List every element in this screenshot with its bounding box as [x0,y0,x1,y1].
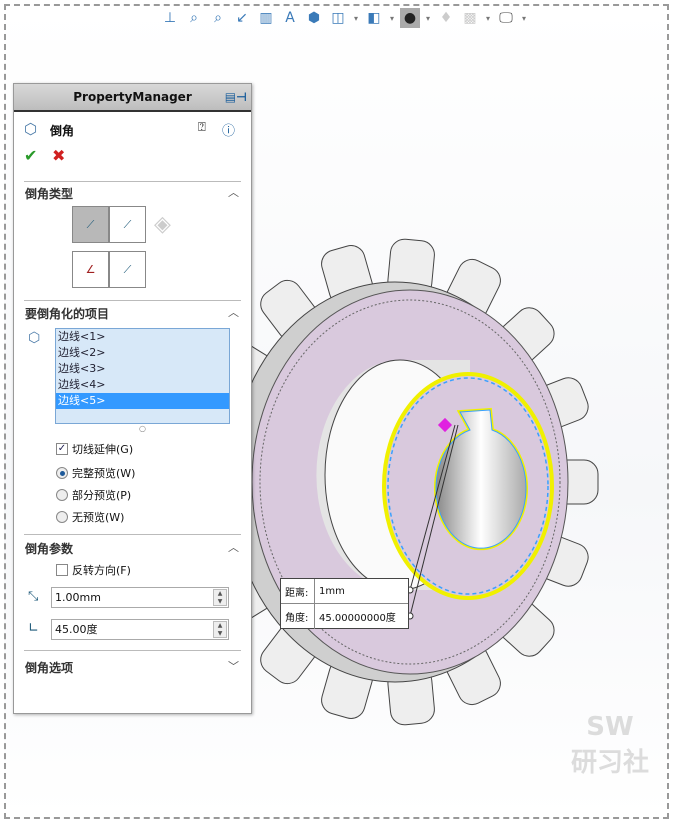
angle-input[interactable]: 45.00度 ▲ ▼ [51,619,229,640]
offset-face-icon: ⟋ [123,262,132,276]
feature-name: 倒角 [50,124,75,138]
full-preview-radio[interactable]: 完整预览(W) [56,465,135,481]
items-to-chamfer-title: 要倒角化的项目 [25,307,110,321]
angle-label: 角度: [281,604,315,629]
collapse-chevron-icon[interactable]: ︿ [228,304,239,320]
vertex-type-button[interactable]: ∠ [72,251,109,288]
reverse-direction-checkbox[interactable]: 反转方向(F) [56,562,131,578]
radio-label: 无预览(W) [72,511,125,524]
vertex-icon: ∠ [85,263,96,276]
distance-value: 1.00mm [55,591,101,604]
offset-face-type-button[interactable]: ⟋ [109,251,146,288]
help-icon[interactable]: ⓘ [222,120,235,139]
resize-handle[interactable]: ○ [139,424,146,433]
vertex-chamfer-icon[interactable]: ◈ [154,212,171,237]
distance-value[interactable]: 1mm [315,586,345,597]
distance-icon: ⤡ [28,589,39,604]
collapse-chevron-icon[interactable]: ︿ [228,539,239,555]
radio[interactable] [56,467,68,479]
distance-spinner[interactable]: ▲ ▼ [213,589,227,606]
no-preview-radio[interactable]: 无预览(W) [56,509,124,525]
radio[interactable] [56,511,68,523]
angle-value: 45.00度 [55,623,98,636]
angle-value[interactable]: 45.00000000度 [315,609,396,624]
edge-selection-icon: ⬡ [28,330,41,346]
panel-title: PropertyManager [73,90,192,104]
angle-distance-type-button[interactable]: ⟋ [72,206,109,243]
partial-preview-radio[interactable]: 部分预览(P) [56,487,131,503]
chamfer-options-title: 倒角选项 [25,661,74,675]
angle-distance-icon: ⟋ [86,217,95,231]
radio-label: 部分预览(P) [72,489,132,502]
expand-chevron-icon[interactable]: ﹀ [228,658,239,674]
pin-icon[interactable]: ▤⊣ [225,90,247,104]
radio[interactable] [56,489,68,501]
property-manager-panel: PropertyManager ▤⊣ ⬡ 倒角 ⍰ ⓘ ✔ ✖ 倒角类型 ︿ ⟋ … [13,83,252,714]
checkbox[interactable]: ✓ [56,443,68,455]
list-item[interactable]: 边线<4> [56,377,229,393]
chamfer-params-title: 倒角参数 [25,542,74,556]
angle-icon: ∟ [28,621,39,636]
distance-label: 距离: [281,579,315,603]
chamfer-type-title: 倒角类型 [25,187,74,201]
chamfer-callout[interactable]: 距离: 1mm 角度: 45.00000000度 [280,578,409,629]
distance-input[interactable]: 1.00mm ▲ ▼ [51,587,229,608]
list-item[interactable]: 边线<3> [56,361,229,377]
ok-check-icon[interactable]: ✔ [24,146,37,165]
collapse-chevron-icon[interactable]: ︿ [228,184,239,200]
chamfer-feature-icon: ⬡ [24,120,38,138]
cancel-x-icon[interactable]: ✖ [52,146,65,165]
checkbox-label: 切线延伸(G) [72,443,134,456]
edges-list[interactable]: 边线<1> 边线<2> 边线<3> 边线<4> 边线<5> [55,328,230,424]
list-item[interactable]: 边线<1> [56,329,229,345]
list-item[interactable]: 边线<2> [56,345,229,361]
checkbox-label: 反转方向(F) [72,564,131,577]
watermark-logo: SW 研习社 [570,712,649,778]
angle-spinner[interactable]: ▲ ▼ [213,621,227,638]
distance-distance-icon: ⟋ [123,217,132,231]
checkbox[interactable] [56,564,68,576]
whats-new-help-icon[interactable]: ⍰ [198,120,206,135]
radio-label: 完整预览(W) [72,467,136,480]
tangent-propagation-checkbox[interactable]: ✓ 切线延伸(G) [56,441,133,457]
list-item[interactable]: 边线<5> [56,393,229,409]
distance-distance-type-button[interactable]: ⟋ [109,206,146,243]
